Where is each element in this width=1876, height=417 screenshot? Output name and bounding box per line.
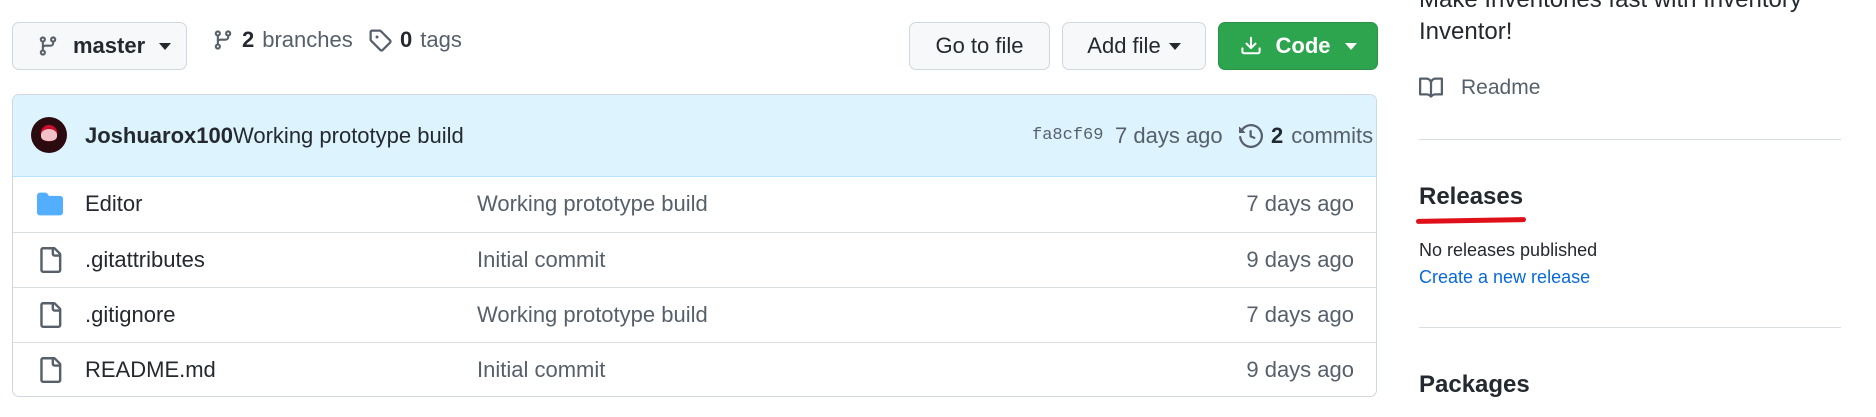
file-row-gitignore[interactable]: .gitignore Working prototype build 7 day… xyxy=(13,287,1376,342)
add-file-button[interactable]: Add file xyxy=(1062,22,1206,70)
book-icon xyxy=(1419,76,1443,100)
latest-commit-bar: Joshuarox100 Working prototype build fa8… xyxy=(13,95,1376,177)
file-age: 7 days ago xyxy=(1246,302,1354,327)
tags-label: tags xyxy=(420,27,462,52)
chevron-down-icon xyxy=(159,42,172,50)
chevron-down-icon xyxy=(1168,42,1181,50)
commits-label: commits xyxy=(1291,123,1374,148)
file-name[interactable]: README.md xyxy=(85,357,216,383)
go-to-file-button[interactable]: Go to file xyxy=(909,22,1050,70)
packages-heading[interactable]: Packages xyxy=(1419,371,1530,399)
readme-link[interactable]: Readme xyxy=(1419,76,1540,100)
file-name[interactable]: Editor xyxy=(85,191,142,217)
branch-selector-button[interactable]: master xyxy=(12,22,187,70)
file-row-readme[interactable]: README.md Initial commit 9 days ago xyxy=(13,342,1376,396)
tags-link[interactable]: 0 tags xyxy=(368,22,462,58)
go-to-file-label: Go to file xyxy=(935,33,1024,58)
branches-label: branches xyxy=(262,27,353,52)
file-icon xyxy=(37,247,63,273)
commit-age: 7 days ago xyxy=(1115,123,1223,148)
about-description-line-1: Make Inventories fast with Inventory xyxy=(1419,0,1802,14)
file-row-gitattributes[interactable]: .gitattributes Initial commit 9 days ago xyxy=(13,232,1376,287)
file-name[interactable]: .gitignore xyxy=(85,302,176,328)
file-name[interactable]: .gitattributes xyxy=(85,247,205,273)
history-icon xyxy=(1239,124,1263,148)
download-icon xyxy=(1240,35,1262,57)
releases-heading[interactable]: Releases xyxy=(1419,183,1523,211)
branches-count: 2 xyxy=(242,27,255,52)
file-age: 9 days ago xyxy=(1246,357,1354,382)
no-releases-text: No releases published xyxy=(1419,240,1598,260)
tag-icon xyxy=(368,28,392,52)
folder-icon xyxy=(37,191,63,217)
code-label: Code xyxy=(1275,33,1331,58)
file-row-editor[interactable]: Editor Working prototype build 7 days ag… xyxy=(13,177,1376,232)
add-file-label: Add file xyxy=(1087,33,1161,58)
file-commit-message[interactable]: Working prototype build xyxy=(477,191,708,217)
file-commit-message[interactable]: Initial commit xyxy=(477,247,605,273)
git-branch-icon xyxy=(37,34,59,58)
file-commit-message[interactable]: Working prototype build xyxy=(477,302,708,328)
commits-count: 2 xyxy=(1271,123,1284,148)
branches-link[interactable]: 2 branches xyxy=(212,22,353,58)
commit-author[interactable]: Joshuarox100 xyxy=(85,123,233,149)
file-commit-message[interactable]: Initial commit xyxy=(477,357,605,383)
commit-message[interactable]: Working prototype build xyxy=(233,123,464,149)
red-underline-annotation xyxy=(1415,217,1527,224)
sidebar-divider xyxy=(1419,139,1841,140)
branch-name: master xyxy=(73,33,146,58)
sidebar-divider xyxy=(1419,327,1841,328)
readme-label: Readme xyxy=(1461,76,1541,99)
avatar[interactable] xyxy=(31,117,67,153)
code-button[interactable]: Code xyxy=(1218,22,1378,70)
file-icon xyxy=(37,357,63,383)
file-table: Joshuarox100 Working prototype build fa8… xyxy=(12,94,1377,397)
git-branch-icon xyxy=(212,28,234,52)
create-release-link[interactable]: Create a new release xyxy=(1419,267,1590,288)
commit-sha[interactable]: fa8cf69 xyxy=(1032,126,1103,145)
commits-link[interactable]: 2 commits xyxy=(1239,123,1373,149)
file-icon xyxy=(37,302,63,328)
file-age: 7 days ago xyxy=(1246,191,1354,216)
about-description-line-2: Inventor! xyxy=(1419,18,1513,45)
chevron-down-icon xyxy=(1344,42,1357,50)
file-age: 9 days ago xyxy=(1246,247,1354,272)
tags-count: 0 xyxy=(400,27,413,52)
